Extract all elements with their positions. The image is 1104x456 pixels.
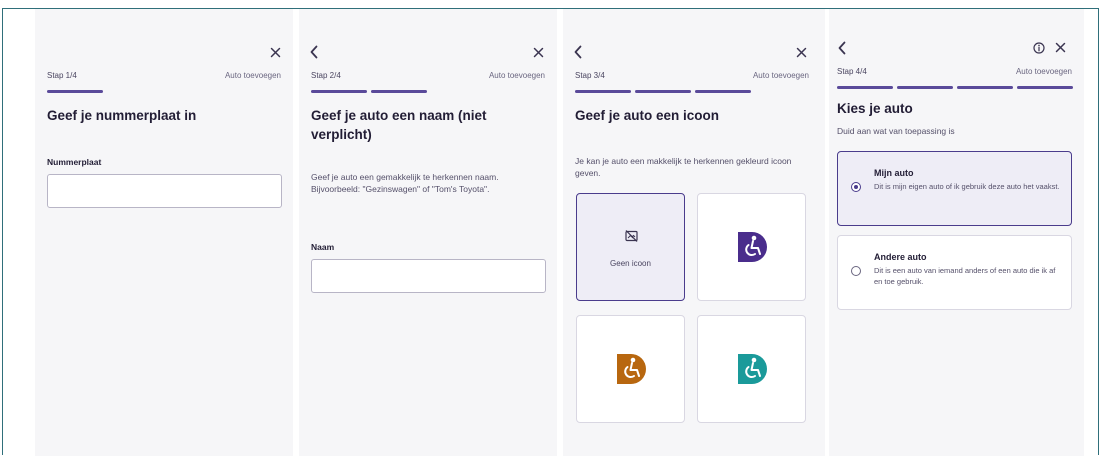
option-description: Dit is mijn eigen auto of ik gebruik dez… bbox=[874, 182, 1060, 191]
add-car-label: Auto toevoegen bbox=[752, 71, 809, 80]
icon-option-none[interactable]: Geen icoon bbox=[576, 193, 685, 301]
progress-segment-1 bbox=[47, 90, 103, 93]
add-car-label: Auto toevoegen bbox=[1015, 67, 1072, 76]
wheelchair-purple-icon bbox=[736, 230, 768, 264]
option-description: Dit is een auto van iemand anders of een… bbox=[874, 266, 1056, 286]
screen-step-2: Stap 2/4 Auto toevoegen Geef je auto een… bbox=[299, 9, 557, 456]
page-title: Geef je nummerplaat in bbox=[47, 108, 197, 123]
option-title: Andere auto bbox=[874, 252, 927, 262]
close-icon[interactable] bbox=[796, 47, 807, 58]
progress-segment-1 bbox=[575, 90, 631, 93]
screen-step-1: Stap 1/4 Auto toevoegen Geef je nummerpl… bbox=[35, 9, 293, 456]
close-icon[interactable] bbox=[1055, 42, 1066, 53]
page-description: Je kan je auto een makkelijk te herkenne… bbox=[575, 156, 792, 178]
radio-selected[interactable] bbox=[851, 182, 861, 192]
option-title: Mijn auto bbox=[874, 168, 914, 178]
progress-segment-3 bbox=[695, 90, 751, 93]
icon-option-teal[interactable] bbox=[697, 315, 806, 423]
step-indicator: Stap 3/4 bbox=[575, 71, 605, 80]
add-car-label: Auto toevoegen bbox=[488, 71, 545, 80]
back-chevron-icon[interactable] bbox=[309, 45, 319, 59]
progress-segment-3 bbox=[957, 86, 1013, 89]
progress-segment-4 bbox=[1017, 86, 1073, 89]
add-car-label: Auto toevoegen bbox=[224, 71, 281, 80]
screen-step-4: Stap 4/4 Auto toevoegen Kies je auto Dui… bbox=[829, 9, 1084, 456]
progress-segment-2 bbox=[635, 90, 691, 93]
step-indicator: Stap 4/4 bbox=[837, 67, 867, 76]
progress-segment-1 bbox=[311, 90, 367, 93]
progress-segment-2 bbox=[371, 90, 427, 93]
license-plate-label: Nummerplaat bbox=[47, 157, 102, 167]
progress-segment-1 bbox=[837, 86, 893, 89]
page-subtitle: Duid aan wat van toepassing is bbox=[837, 126, 955, 136]
back-chevron-icon[interactable] bbox=[573, 45, 583, 59]
page-title: Geef je auto een icoon bbox=[575, 108, 720, 123]
wheelchair-teal-icon bbox=[736, 352, 768, 386]
page-title: Kies je auto bbox=[837, 101, 913, 116]
step-indicator: Stap 2/4 bbox=[311, 71, 341, 80]
icon-option-orange[interactable] bbox=[576, 315, 685, 423]
back-chevron-icon[interactable] bbox=[837, 41, 847, 55]
car-option-mine[interactable]: Mijn auto Dit is mijn eigen auto of ik g… bbox=[837, 151, 1072, 226]
name-label: Naam bbox=[311, 242, 335, 252]
figure-frame: Stap 1/4 Auto toevoegen Geef je nummerpl… bbox=[2, 8, 1099, 456]
step-indicator: Stap 1/4 bbox=[47, 71, 77, 80]
radio-unselected[interactable] bbox=[851, 266, 861, 276]
page-title: Geef je auto een naam (niet verplicht) bbox=[311, 108, 487, 142]
license-plate-input[interactable] bbox=[47, 174, 282, 208]
no-icon-label: Geen icoon bbox=[610, 259, 651, 268]
name-input[interactable] bbox=[311, 259, 546, 293]
no-icon-icon bbox=[625, 230, 638, 242]
progress-segment-2 bbox=[897, 86, 953, 89]
icon-option-purple[interactable] bbox=[697, 193, 806, 301]
info-icon[interactable] bbox=[1033, 42, 1045, 54]
screen-step-3: Stap 3/4 Auto toevoegen Geef je auto een… bbox=[563, 9, 825, 456]
car-option-other[interactable]: Andere auto Dit is een auto van iemand a… bbox=[837, 235, 1072, 310]
wheelchair-orange-icon bbox=[615, 352, 647, 386]
close-icon[interactable] bbox=[270, 47, 281, 58]
page-description: Geef je auto een gemakkelijk te herkenne… bbox=[311, 172, 499, 194]
close-icon[interactable] bbox=[533, 47, 544, 58]
